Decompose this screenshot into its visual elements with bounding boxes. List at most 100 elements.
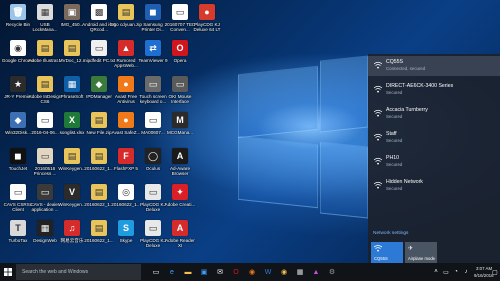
app-icon: V [64,184,80,200]
desktop-icon[interactable]: M MCGMana... [166,112,194,152]
app-icon: ● [118,112,134,128]
network-name: CQ55S [386,59,404,65]
network-status: Secured [386,186,403,191]
wallpaper-pane [320,141,368,219]
wifi-tile[interactable]: CQ55S [371,242,403,263]
mail-icon[interactable]: ✉ [214,266,226,278]
taskbar: Search the web and Windows ▭ e ▬ ▣ ✉ O ◉… [0,263,500,281]
app-icon: ▭ [145,76,161,92]
airplane-mode-tile[interactable]: ✈ Airplane mode [405,242,437,263]
network-name: Accacia Turnberry [386,107,428,113]
app-icon: ▭ [172,4,188,20]
app-icon: ▦ [64,76,80,92]
app-icon: ▩ [91,4,107,20]
app-icon: ▤ [91,220,107,236]
desktop-icon[interactable]: ✦ Adobe Creati... [164,184,196,224]
taskbar-search-box[interactable]: Search the web and Windows [16,264,141,280]
app-icon: ⇄ [145,40,161,56]
network-name: Staff [386,131,397,137]
clock-time[interactable]: 3:07 AM [476,266,492,271]
app-icon: M [172,112,188,128]
start-button[interactable] [0,263,16,281]
desktop-icon-label: Opera [173,58,187,63]
desktop-icon[interactable]: ▭ OKI Mouse Interface [166,76,194,116]
app-icon: ◯ [145,148,161,164]
airplane-tile-label: Airplane mode [408,256,436,261]
desktop-icon-label: Adobe Creati... [164,202,196,207]
app-icon: ▲ [118,40,134,56]
wifi-icon [374,61,382,69]
network-settings-link[interactable]: Network settings [373,231,408,236]
app-icon: ▣ [64,4,80,20]
app-icon: ▭ [10,184,26,200]
app-icon: ◎ [118,184,134,200]
wifi-tile-label: CQ55S [374,256,388,261]
app-icon: ▦ [37,220,53,236]
app-icon: F [118,148,134,164]
network-item[interactable]: DIRECT-AE6CK-3400 Series Secured [368,80,500,100]
desktop-icon[interactable]: A Adobe Reader XI [165,220,195,260]
network-item[interactable]: Accacia Turnberry Secured [368,104,500,124]
chrome-icon[interactable]: ◉ [278,266,290,278]
search-placeholder: Search the web and Windows [22,269,89,275]
wifi-icon [374,133,382,141]
desktop-icon[interactable]: A Ad-Aware Browser [166,148,194,188]
network-item[interactable]: Hidden Network Secured [368,176,500,196]
app-icon: ▤ [64,148,80,164]
app-icon: ★ [10,76,26,92]
desktop-icon-label: Adobe Reader XI [165,238,195,248]
app-icon: ♫ [64,220,80,236]
app-icon: ▭ [145,220,161,236]
store-icon[interactable]: ▣ [198,266,210,278]
app-icon: ▭ [172,76,188,92]
app-icon: ◆ [91,76,107,92]
app-icon: 🗑 [10,4,26,20]
task-view-icon[interactable]: ▭ [150,266,162,278]
wifi-icon [374,181,382,189]
app-icon: ▤ [37,40,53,56]
app-icon: ● [118,76,134,92]
wifi-icon [374,109,382,117]
wallpaper-pane [238,135,318,209]
desktop-icon-label: OKI Mouse Interface [168,94,192,104]
desktop: 🗑 Recycle Bin ▦ USB LockMana... ▣ IMG_450... ▩… [0,0,500,263]
desktop-icon-label: Ad-Aware Browser [169,166,191,176]
app-icon: ▤ [118,4,134,20]
app-icon: X [64,112,80,128]
wallpaper-pane [238,65,318,139]
desktop-icon[interactable]: O Opera [166,40,194,80]
notifications-icon[interactable]: ▢ [491,266,499,278]
desktop-icon[interactable]: ● PlayCDG KJ Deluxe 64 LT [193,4,221,44]
opera-icon[interactable]: O [230,266,242,278]
app-icon: T [10,220,26,236]
app-icon: ◉ [10,40,26,56]
volume-icon[interactable]: ♪ [460,266,472,278]
app-icon: ▤ [64,40,80,56]
app-icon: A [172,148,188,164]
network-status: Secured [386,162,403,167]
file-explorer-icon[interactable]: ▬ [182,266,194,278]
network-item[interactable]: CQ55S Connected, secured [368,56,500,76]
edge-icon[interactable]: e [166,266,178,278]
app-icon: A [172,220,188,236]
settings-gear-icon[interactable]: ⚙ [326,266,338,278]
network-status: Secured [386,138,403,143]
app-icon: ▤ [91,184,107,200]
app-icon: ▤ [91,112,107,128]
firefox-icon[interactable]: ◉ [246,266,258,278]
app-icon: ▭ [145,184,161,200]
network-name: DIRECT-AE6CK-3400 Series [386,83,454,89]
app-icon: ▭ [37,112,53,128]
app-icon[interactable]: ▦ [294,266,306,278]
media-icon[interactable]: ▲ [310,266,322,278]
desktop-icon-label: MCGMana... [166,130,194,135]
network-item[interactable]: PH10 Secured [368,152,500,172]
network-status: Secured [386,90,403,95]
network-item[interactable]: Staff Secured [368,128,500,148]
app-icon: ▤ [91,148,107,164]
app-icon: ▭ [37,148,53,164]
word-icon[interactable]: W [262,266,274,278]
app-icon: ▭ [91,40,107,56]
wallpaper-pane [320,55,368,133]
network-status: Secured [386,114,403,119]
